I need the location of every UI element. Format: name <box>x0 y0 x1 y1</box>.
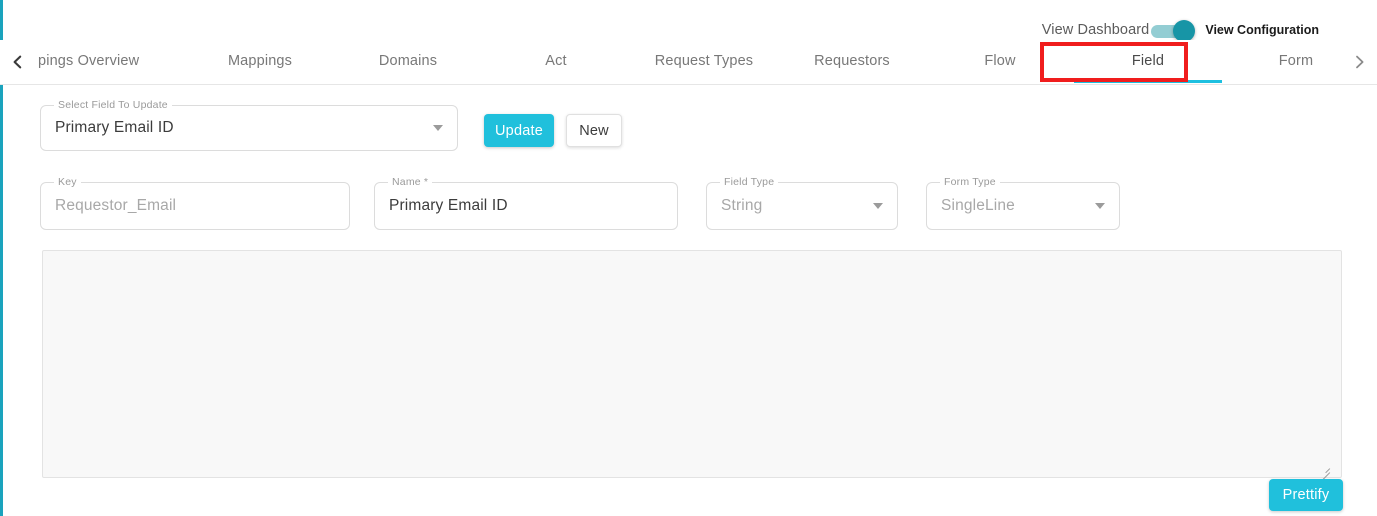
prettify-button[interactable]: Prettify <box>1269 479 1343 511</box>
tabs-scroll-right-button[interactable] <box>1341 40 1377 83</box>
name-input[interactable]: Name * Primary Email ID <box>374 182 678 230</box>
tab-mappings-overview[interactable]: pings Overview <box>38 40 186 83</box>
tab-label: Domains <box>379 53 437 69</box>
chevron-right-icon <box>1352 55 1366 69</box>
key-value: Requestor_Email <box>55 183 176 229</box>
select-field-to-update[interactable]: Select Field To Update Primary Email ID <box>40 105 458 151</box>
view-mode-switch[interactable] <box>1151 22 1195 38</box>
tab-label: Request Types <box>655 53 753 69</box>
tab-label: pings Overview <box>38 53 139 69</box>
form-type-value: SingleLine <box>941 183 1015 229</box>
select-field-to-update-value: Primary Email ID <box>55 106 174 150</box>
tab-label: Act <box>545 53 566 69</box>
key-input[interactable]: Key Requestor_Email <box>40 182 350 230</box>
chevron-down-icon[interactable] <box>433 125 443 131</box>
tab-label: Requestors <box>814 53 890 69</box>
tab-act[interactable]: Act <box>482 40 630 83</box>
tab-label: Mappings <box>228 53 292 69</box>
tab-list: pings Overview Mappings Domains Act Requ… <box>38 40 1341 83</box>
tabs-scroll-left-button[interactable] <box>0 40 36 83</box>
chevron-down-icon[interactable] <box>1095 203 1105 209</box>
tab-label: Flow <box>984 53 1015 69</box>
tab-label: Field <box>1132 53 1164 69</box>
tab-field[interactable]: Field <box>1074 40 1222 83</box>
field-type-value: String <box>721 183 762 229</box>
tab-request-types[interactable]: Request Types <box>630 40 778 83</box>
view-mode-toggle-group[interactable]: View Dashboard View Configuration <box>1042 18 1319 42</box>
view-dashboard-label[interactable]: View Dashboard <box>1042 22 1150 38</box>
new-button[interactable]: New <box>566 114 622 147</box>
tab-domains[interactable]: Domains <box>334 40 482 83</box>
tab-flow[interactable]: Flow <box>926 40 1074 83</box>
tab-requestors[interactable]: Requestors <box>778 40 926 83</box>
field-definition-textarea[interactable] <box>42 250 1342 478</box>
field-configuration-panel: Select Field To Update Primary Email ID … <box>0 84 1377 516</box>
name-value: Primary Email ID <box>389 183 508 229</box>
switch-thumb[interactable] <box>1173 20 1195 42</box>
chevron-down-icon[interactable] <box>873 203 883 209</box>
tab-form[interactable]: Form <box>1222 40 1341 83</box>
tab-mappings[interactable]: Mappings <box>186 40 334 83</box>
tab-bar: pings Overview Mappings Domains Act Requ… <box>0 40 1377 85</box>
update-button[interactable]: Update <box>484 114 554 147</box>
field-type-select[interactable]: Field Type String <box>706 182 898 230</box>
tab-label: Form <box>1279 53 1313 69</box>
view-configuration-label[interactable]: View Configuration <box>1205 23 1319 37</box>
form-type-select[interactable]: Form Type SingleLine <box>926 182 1120 230</box>
chevron-left-icon <box>11 55 25 69</box>
